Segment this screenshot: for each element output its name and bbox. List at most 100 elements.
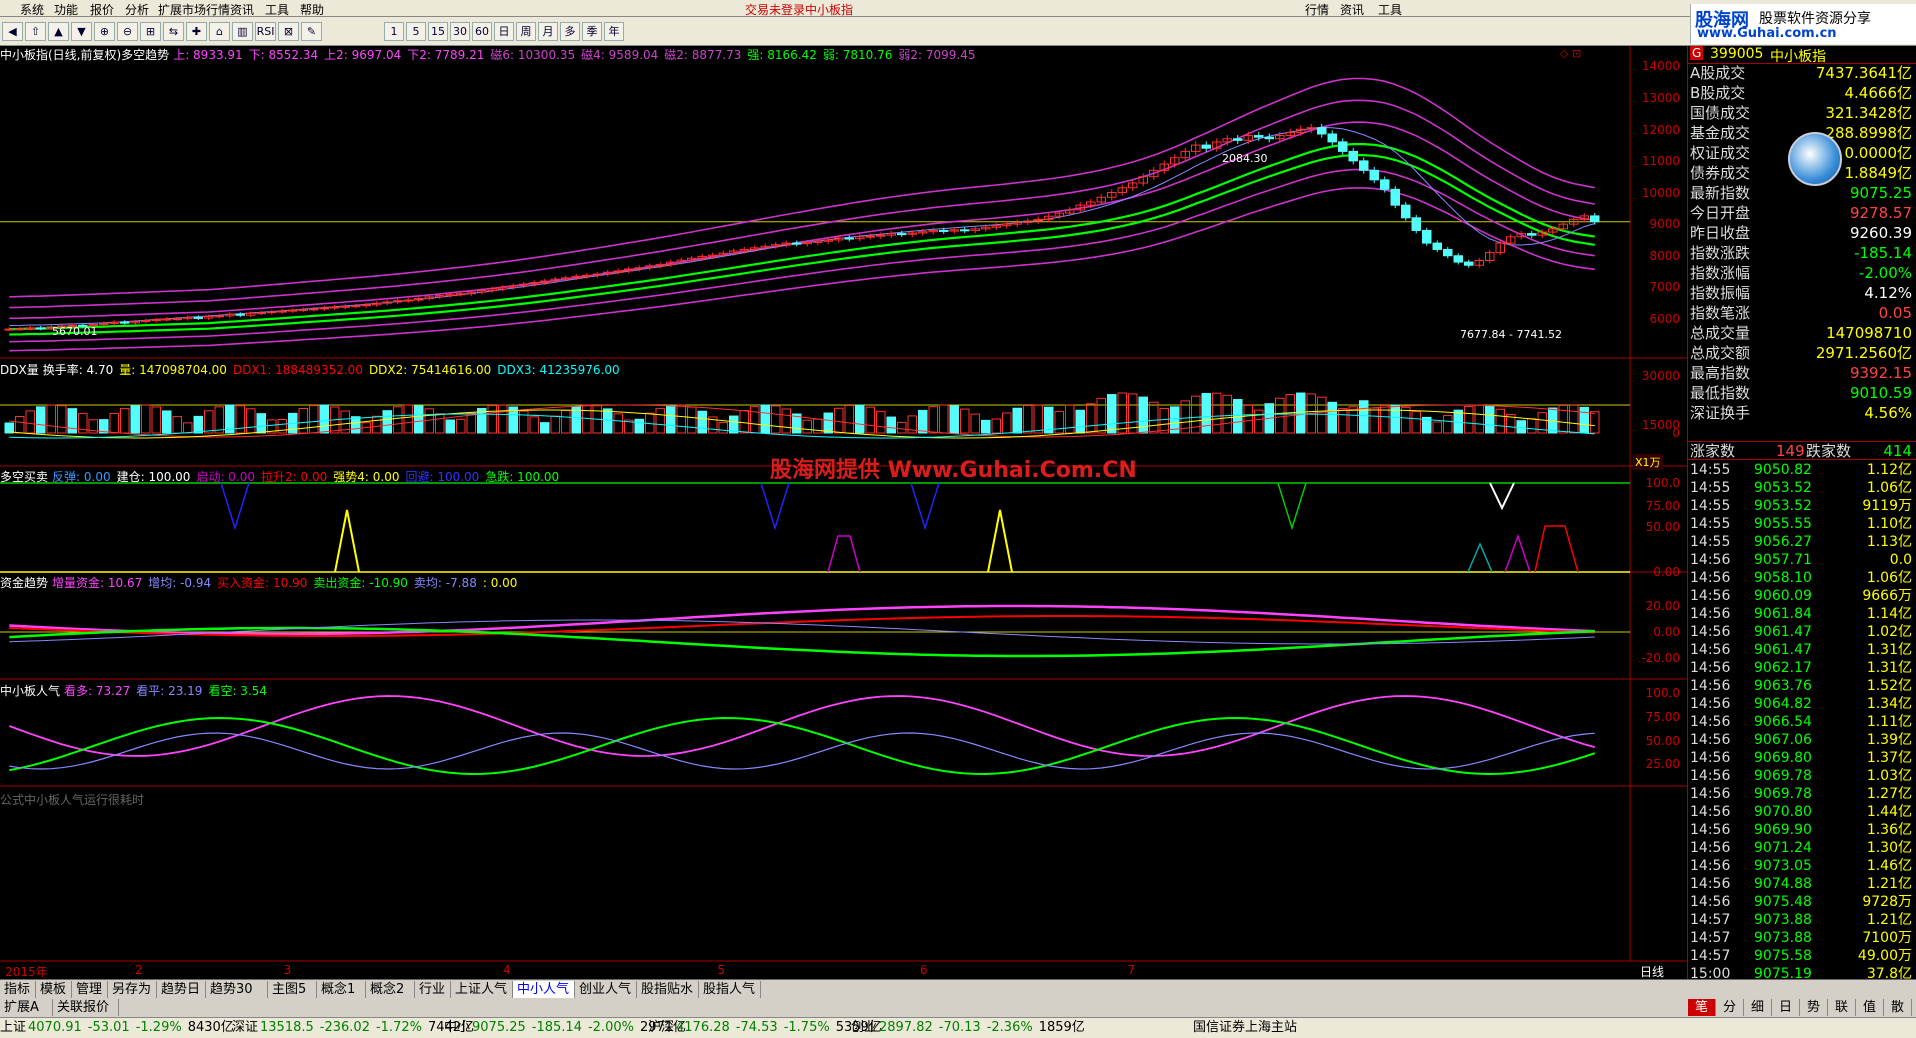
side-row-value: 0.0000亿 xyxy=(1844,144,1913,162)
side-row: 最低指数 9010.59 xyxy=(1688,384,1916,403)
menu-right-1[interactable]: 资讯 xyxy=(1340,1,1364,18)
side-tab-5[interactable]: 联 xyxy=(1828,999,1856,1016)
menu-7[interactable]: 帮助 xyxy=(300,1,324,18)
tab-10[interactable]: 上证人气 xyxy=(451,981,513,998)
period-5[interactable]: 日 xyxy=(494,22,514,41)
zoom-out-icon[interactable]: ⊖ xyxy=(117,22,138,41)
ddx-bar xyxy=(57,405,67,434)
candle-body xyxy=(582,274,592,277)
tick-volume: 1.31亿 xyxy=(1866,642,1912,658)
period-8[interactable]: 多 xyxy=(560,22,580,41)
candle-body xyxy=(403,299,413,302)
period-2[interactable]: 15 xyxy=(428,22,448,41)
menu-2[interactable]: 报价 xyxy=(90,1,114,18)
grid-icon[interactable]: ⊞ xyxy=(140,22,161,41)
up-icon[interactable]: ▲ xyxy=(48,22,69,41)
tick-row: 14:55 9055.55 1.10亿 xyxy=(1688,515,1916,533)
grid2-icon[interactable]: ⊠ xyxy=(278,22,299,41)
period-1[interactable]: 5 xyxy=(406,22,426,41)
tab-1[interactable]: 模板 xyxy=(36,981,72,998)
menu-0[interactable]: 系统 xyxy=(20,1,44,18)
rsi-icon[interactable]: RSI xyxy=(255,22,276,41)
status-amt: 8430亿 xyxy=(187,1020,234,1035)
tab-2[interactable]: 管理 xyxy=(72,981,108,998)
side-tab-1[interactable]: 分 xyxy=(1716,999,1744,1016)
zoom-in-icon[interactable]: ⊕ xyxy=(94,22,115,41)
rebound-signal xyxy=(1467,542,1493,573)
ddx-bar xyxy=(1086,403,1096,434)
tab-11[interactable]: 中小人气 xyxy=(513,981,575,998)
tab-3[interactable]: 另存为 xyxy=(108,981,157,998)
tab-13[interactable]: 股指贴水 xyxy=(637,981,699,998)
side-tab-0[interactable]: 笔 xyxy=(1688,999,1716,1016)
house-icon[interactable]: ⌂ xyxy=(209,22,230,41)
chart-icon[interactable]: ▥ xyxy=(232,22,253,41)
float-bird-icon[interactable] xyxy=(1788,132,1842,186)
kline-chart-svg[interactable] xyxy=(0,46,1688,979)
ddx-bar xyxy=(676,404,686,434)
compare-icon[interactable]: ⇆ xyxy=(163,22,184,41)
menu-right-0[interactable]: 行情 xyxy=(1305,1,1329,18)
tick-volume: 0.0 xyxy=(1889,552,1912,568)
tab-5[interactable]: 趋势30 xyxy=(206,981,268,998)
status-index[interactable]: 深证 13518.5 -236.02 -1.72% 7442亿 xyxy=(232,1018,474,1038)
ddx-bar xyxy=(834,407,844,434)
status-index[interactable]: 沪深 4176.28 -74.53 -1.75% 5359亿 xyxy=(648,1018,882,1038)
tab-14[interactable]: 股指人气 xyxy=(699,981,761,998)
draw-icon[interactable]: ✎ xyxy=(301,22,322,41)
cross-icon[interactable]: ✚ xyxy=(186,22,207,41)
candle-body xyxy=(1233,138,1243,141)
tab-7[interactable]: 概念1 xyxy=(317,981,366,998)
tab-6[interactable]: 主图5 xyxy=(268,981,317,998)
side-tab-3[interactable]: 日 xyxy=(1772,999,1800,1016)
menu-4[interactable]: 扩展市场行情 xyxy=(158,1,230,18)
status-index[interactable]: 上证 4070.91 -53.01 -1.29% 8430亿 xyxy=(0,1018,234,1038)
period-0[interactable]: 1 xyxy=(384,22,404,41)
tick-price: 9050.82 xyxy=(1754,462,1812,478)
tab-12[interactable]: 创业人气 xyxy=(575,981,637,998)
ddx-bar xyxy=(1075,409,1085,434)
side-row-value: 9010.59 xyxy=(1849,384,1912,402)
tick-price: 9063.76 xyxy=(1754,678,1812,694)
period-3[interactable]: 30 xyxy=(450,22,470,41)
ddx-bar xyxy=(1527,418,1537,434)
tick-price: 9061.84 xyxy=(1754,606,1812,622)
ddx-bar xyxy=(1275,397,1285,434)
period-10[interactable]: 年 xyxy=(604,22,624,41)
period-4[interactable]: 60 xyxy=(472,22,492,41)
status-chg: -53.01 xyxy=(87,1020,130,1035)
tick-time: 14:55 xyxy=(1690,534,1731,550)
side-tabs: 笔分细日势联值散 xyxy=(1688,998,1916,1017)
back-icon[interactable]: ◀ xyxy=(2,22,23,41)
menu-5[interactable]: 资讯 xyxy=(230,1,254,18)
status-index[interactable]: 创业 2897.82 -70.13 -2.36% 1859亿 xyxy=(851,1018,1085,1038)
tick-volume: 1.11亿 xyxy=(1866,714,1912,730)
side-tab-4[interactable]: 势 xyxy=(1800,999,1828,1016)
chart-area[interactable]: 中小板指(日线,前复权)多空趋势 上: 8933.91 下: 8552.34 上2: … xyxy=(0,46,1688,979)
chart-window-controls[interactable]: ◇ ⊡ xyxy=(1560,47,1581,60)
ext-tab-0[interactable]: 扩展A xyxy=(0,999,53,1016)
period-7[interactable]: 月 xyxy=(538,22,558,41)
home-icon[interactable]: ⇧ xyxy=(25,22,46,41)
tick-price: 9073.88 xyxy=(1754,930,1812,946)
side-tab-7[interactable]: 散 xyxy=(1884,999,1912,1016)
down-icon[interactable]: ▼ xyxy=(71,22,92,41)
side-row: 昨日收盘 9260.39 xyxy=(1688,224,1916,243)
ddx-bar xyxy=(1254,409,1264,434)
side-tab-2[interactable]: 细 xyxy=(1744,999,1772,1016)
period-6[interactable]: 周 xyxy=(516,22,536,41)
candle-body xyxy=(288,309,298,312)
tab-9[interactable]: 行业 xyxy=(415,981,451,998)
menu-3[interactable]: 分析 xyxy=(125,1,149,18)
menu-1[interactable]: 功能 xyxy=(54,1,78,18)
side-row-label: 基金成交 xyxy=(1690,124,1751,142)
ext-tab-1[interactable]: 关联报价 xyxy=(53,999,119,1016)
side-tab-6[interactable]: 值 xyxy=(1856,999,1884,1016)
tab-4[interactable]: 趋势日 xyxy=(157,981,206,998)
tab-0[interactable]: 指标 xyxy=(0,981,36,998)
menu-right-2[interactable]: 工具 xyxy=(1378,1,1402,18)
tab-8[interactable]: 概念2 xyxy=(366,981,415,998)
menu-6[interactable]: 工具 xyxy=(265,1,289,18)
period-9[interactable]: 季 xyxy=(582,22,602,41)
tick-volume: 1.03亿 xyxy=(1866,768,1912,784)
